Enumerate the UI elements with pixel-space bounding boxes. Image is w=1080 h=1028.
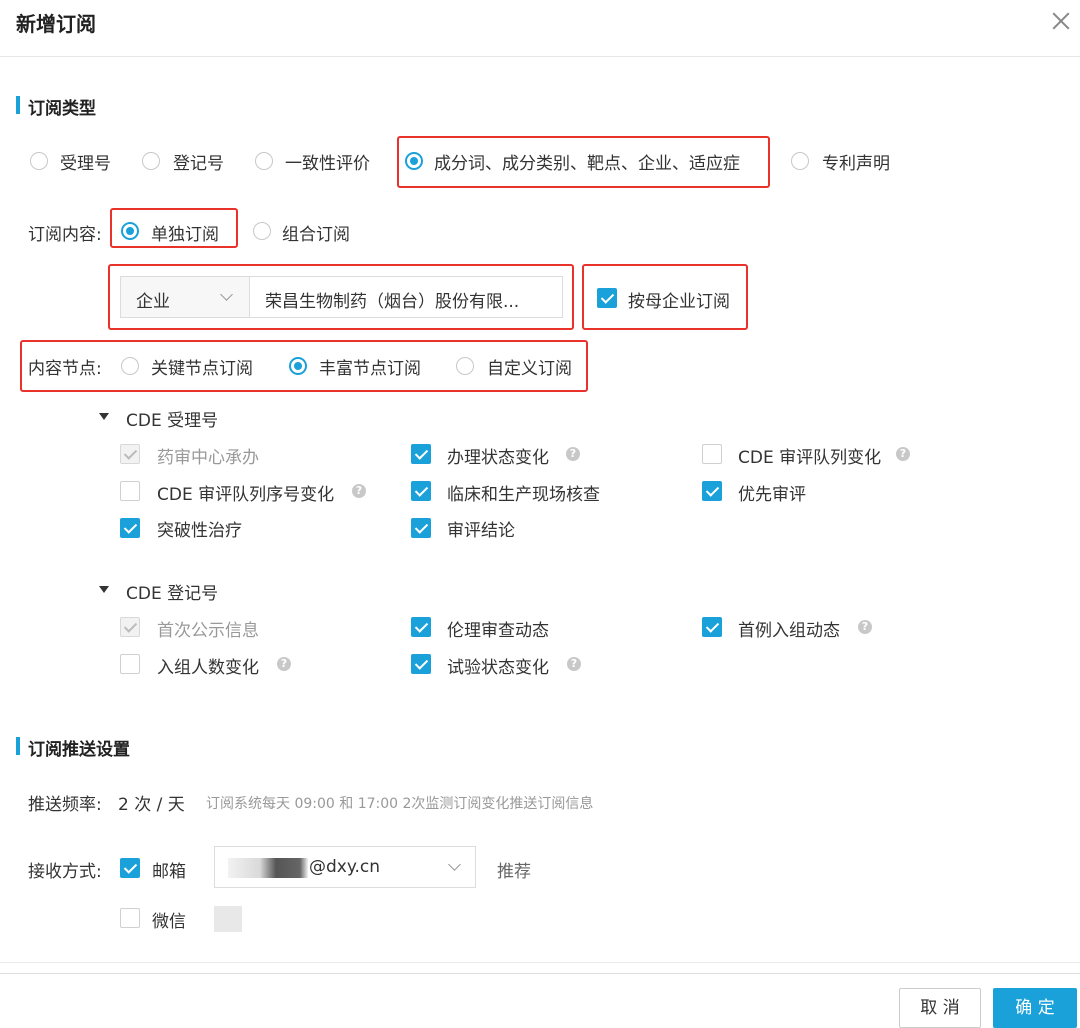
checkbox[interactable]	[120, 654, 140, 674]
radio-type-4[interactable]	[791, 152, 809, 170]
radio-type-0[interactable]	[30, 152, 48, 170]
parent-company-checkbox[interactable]	[597, 288, 617, 308]
checkbox-label: 优先审评	[738, 485, 806, 505]
help-icon[interactable]: ?	[896, 447, 910, 461]
checkbox-label: 办理状态变化	[447, 448, 549, 468]
help-icon[interactable]: ?	[566, 447, 580, 461]
radio-label: 单独订阅	[151, 225, 219, 245]
content-label: 订阅内容:	[28, 225, 102, 245]
radio-label: 组合订阅	[282, 225, 350, 245]
checkbox-label: 药审中心承办	[157, 448, 259, 468]
dialog-title: 新增订阅	[16, 12, 96, 36]
checkbox[interactable]	[702, 617, 722, 637]
radio-label: 丰富节点订阅	[319, 359, 421, 379]
radio-label: 受理号	[60, 154, 111, 174]
checkbox[interactable]	[702, 444, 722, 464]
checkbox[interactable]	[411, 518, 431, 538]
checkbox	[120, 444, 140, 464]
parent-company-label: 按母企业订阅	[628, 292, 730, 312]
checkbox-label: 审评结论	[447, 521, 515, 541]
radio-label: 一致性评价	[285, 154, 370, 174]
checkbox-label: CDE 审评队列变化	[738, 448, 882, 468]
checkbox-label: CDE 审评队列序号变化	[157, 485, 335, 505]
checkbox[interactable]	[411, 481, 431, 501]
checkbox-label: 临床和生产现场核查	[447, 485, 600, 505]
radio-nodes-key[interactable]	[121, 357, 139, 375]
radio-label: 专利声明	[822, 154, 890, 174]
freq-value: 2 次 / 天	[118, 795, 185, 815]
ok-button[interactable]: 确 定	[993, 988, 1077, 1028]
company-input-value: 荣昌生物制药（烟台）股份有限...	[265, 292, 520, 312]
radio-content-combo[interactable]	[253, 222, 271, 240]
help-icon[interactable]: ?	[567, 657, 581, 671]
checkbox[interactable]	[120, 518, 140, 538]
checkbox[interactable]	[411, 444, 431, 464]
email-value: @dxy.cn	[309, 857, 381, 877]
section-title-type: 订阅类型	[28, 99, 96, 119]
checkbox-label: 试验状态变化	[447, 658, 549, 678]
checkbox-label: 入组人数变化	[157, 658, 259, 678]
radio-label: 自定义订阅	[487, 359, 572, 379]
group-title: CDE 受理号	[126, 411, 219, 431]
checkbox-label: 突破性治疗	[157, 521, 242, 541]
checkbox	[120, 617, 140, 637]
help-icon[interactable]: ?	[352, 484, 366, 498]
radio-type-3[interactable]	[405, 152, 423, 170]
checkbox[interactable]	[702, 481, 722, 501]
freq-label: 推送频率:	[28, 795, 102, 815]
radio-type-2[interactable]	[255, 152, 273, 170]
section-marker	[16, 737, 20, 755]
recommend-label: 推荐	[497, 862, 531, 882]
redacted-mask	[228, 858, 308, 878]
header-divider	[0, 56, 1080, 57]
checkbox[interactable]	[120, 481, 140, 501]
section-marker	[16, 96, 20, 114]
radio-label: 登记号	[173, 154, 224, 174]
cancel-button[interactable]: 取 消	[899, 988, 981, 1028]
radio-nodes-custom[interactable]	[456, 357, 474, 375]
help-icon[interactable]: ?	[858, 620, 872, 634]
radio-content-single[interactable]	[121, 222, 139, 240]
checkbox-label: 伦理审查动态	[447, 621, 549, 641]
wechat-avatar	[214, 906, 242, 932]
email-checkbox[interactable]	[120, 858, 140, 878]
checkbox-label: 首例入组动态	[738, 621, 840, 641]
caret-down-icon[interactable]	[99, 413, 109, 420]
footer-divider	[0, 962, 1080, 963]
email-label: 邮箱	[152, 862, 186, 882]
radio-type-1[interactable]	[142, 152, 160, 170]
close-icon[interactable]	[1050, 10, 1072, 32]
checkbox-label: 首次公示信息	[157, 621, 259, 641]
help-icon[interactable]: ?	[277, 657, 291, 671]
group-title: CDE 登记号	[126, 584, 219, 604]
radio-nodes-rich[interactable]	[289, 357, 307, 375]
wechat-label: 微信	[152, 912, 186, 932]
freq-note: 订阅系统每天 09:00 和 17:00 2次监测订阅变化推送订阅信息	[206, 796, 594, 812]
radio-label: 关键节点订阅	[151, 359, 253, 379]
section-title-push: 订阅推送设置	[28, 740, 130, 760]
wechat-checkbox[interactable]	[120, 908, 140, 928]
footer-divider	[0, 973, 1080, 974]
caret-down-icon[interactable]	[99, 586, 109, 593]
recv-label: 接收方式:	[28, 862, 102, 882]
radio-label: 成分词、成分类别、靶点、企业、适应症	[434, 154, 740, 174]
category-select-value: 企业	[136, 292, 170, 312]
checkbox[interactable]	[411, 617, 431, 637]
checkbox[interactable]	[411, 654, 431, 674]
nodes-label: 内容节点:	[28, 359, 102, 379]
